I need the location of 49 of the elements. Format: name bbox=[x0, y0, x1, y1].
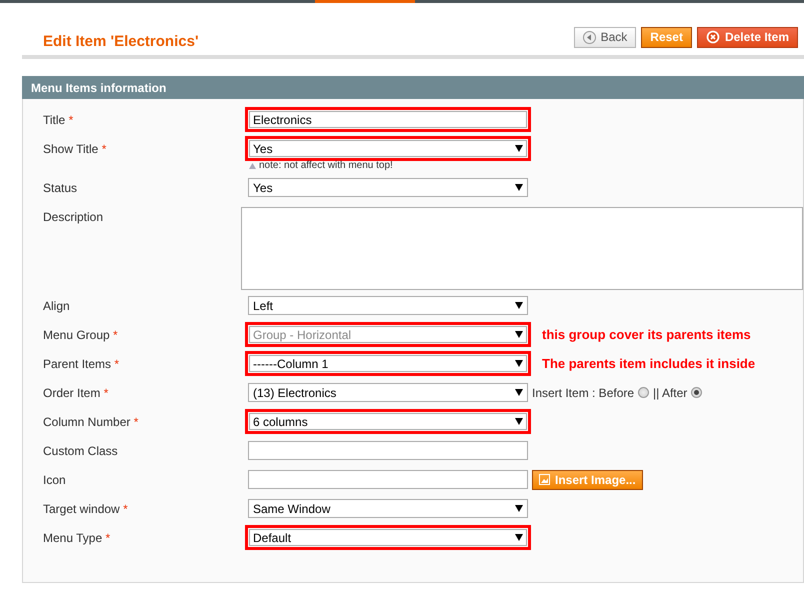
select-field[interactable]: Same Window bbox=[248, 499, 528, 518]
dropdown-arrow-icon bbox=[515, 534, 523, 541]
field-label: Target window * bbox=[43, 501, 129, 516]
note-text: note: not affect with menu top! bbox=[259, 160, 393, 171]
dropdown-arrow-icon bbox=[515, 184, 523, 191]
field-label: Menu Type * bbox=[43, 530, 112, 545]
annotation-text: this group cover its parents items bbox=[542, 327, 751, 342]
insert-label: || After bbox=[653, 386, 688, 400]
dropdown-arrow-icon bbox=[515, 389, 523, 396]
input-field[interactable] bbox=[248, 470, 528, 489]
field-label: Status bbox=[43, 180, 78, 195]
select-field[interactable]: ------Column 1 bbox=[248, 354, 528, 373]
select-field[interactable]: (13) Electronics bbox=[248, 383, 528, 402]
dropdown-arrow-icon bbox=[515, 360, 523, 367]
back-button[interactable]: Back bbox=[574, 26, 636, 48]
field-label: Align bbox=[43, 298, 71, 313]
input-field[interactable] bbox=[248, 441, 528, 460]
close-icon bbox=[706, 30, 720, 44]
radio-button[interactable] bbox=[638, 387, 650, 398]
textarea-field[interactable] bbox=[241, 207, 803, 290]
field-label: Icon bbox=[43, 472, 67, 487]
input-field[interactable]: Electronics bbox=[248, 110, 528, 129]
page-title: Edit Item 'Electronics' bbox=[43, 32, 199, 50]
section-header: Menu Items information bbox=[22, 76, 804, 99]
select-field[interactable]: Yes bbox=[248, 139, 528, 158]
select-field[interactable]: Default bbox=[248, 528, 528, 547]
field-label: Column Number * bbox=[43, 414, 140, 429]
image-icon bbox=[539, 474, 550, 485]
field-label: Show Title * bbox=[43, 141, 108, 156]
delete-button[interactable]: Delete Item bbox=[696, 26, 798, 48]
field-label: Description bbox=[43, 209, 104, 224]
field-label: Custom Class bbox=[43, 443, 119, 458]
dropdown-arrow-icon bbox=[515, 302, 523, 309]
dropdown-arrow-icon bbox=[515, 331, 523, 338]
note-icon bbox=[249, 162, 256, 168]
dropdown-arrow-icon bbox=[515, 145, 523, 152]
select-field[interactable]: Left bbox=[248, 296, 528, 315]
field-label: Menu Group * bbox=[43, 327, 119, 342]
field-label: Parent Items * bbox=[43, 356, 120, 371]
radio-button[interactable] bbox=[691, 387, 702, 398]
annotation-text: The parents item includes it inside bbox=[542, 356, 756, 371]
select-field[interactable]: 6 columns bbox=[248, 412, 528, 431]
field-label: Title * bbox=[43, 112, 74, 127]
insert-label: Insert Item : Before bbox=[532, 386, 634, 400]
dropdown-arrow-icon bbox=[515, 418, 523, 425]
back-icon bbox=[582, 30, 596, 44]
field-label: Order Item * bbox=[43, 385, 110, 400]
dropdown-arrow-icon bbox=[515, 505, 523, 512]
select-field[interactable]: Yes bbox=[248, 178, 528, 197]
